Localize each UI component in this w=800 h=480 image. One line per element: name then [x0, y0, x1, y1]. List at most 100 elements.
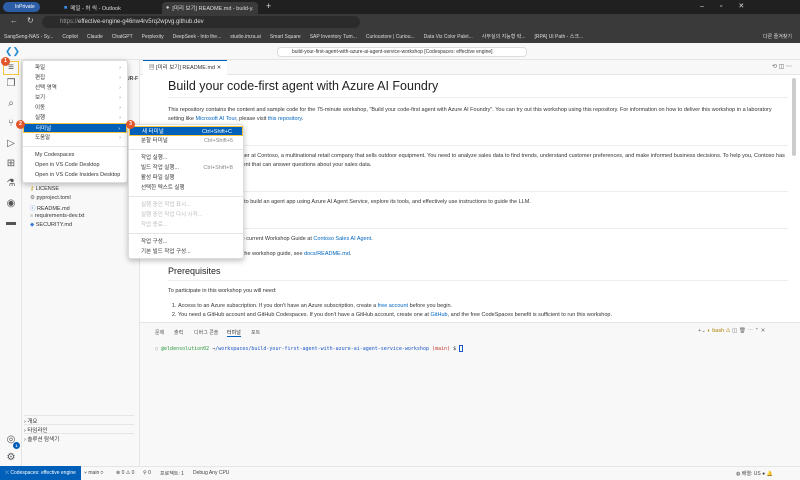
markdown-icon: ◆	[30, 222, 35, 228]
bookmark[interactable]: Smart Square	[270, 34, 301, 40]
tab-terminal[interactable]: 터미널	[227, 329, 241, 337]
branch-status[interactable]: ⑂ main ⟳	[84, 470, 104, 476]
menu-item-new-terminal[interactable]: 새 터미널 Ctrl+Shift+C	[129, 126, 243, 136]
bookmark[interactable]: [RPA] UI Path - 스크...	[535, 33, 584, 40]
file-item[interactable]: ⚷ LICENSE	[30, 186, 59, 192]
settings-gear-icon[interactable]: ⚙	[5, 452, 17, 464]
command-center[interactable]: build-your-first-agent-with-azure-ai-age…	[277, 47, 527, 57]
text-file-icon: ≡	[30, 213, 34, 219]
bookmark[interactable]: SangSeng-NAS - Sy...	[4, 34, 53, 40]
menu-item-file[interactable]: 파일 ›	[23, 63, 127, 73]
file-item[interactable]: ⚙ pyproject.toml	[30, 195, 71, 201]
menu-label: 도움말	[35, 135, 51, 141]
chevron-right-icon: ›	[119, 85, 121, 91]
menu-item-my-codespaces[interactable]: My Codespaces	[23, 150, 127, 160]
trash-icon[interactable]: 🗑	[739, 328, 746, 334]
repo-link[interactable]: this repository	[268, 116, 302, 122]
bookmark[interactable]: Curioustore | Curiou...	[366, 34, 415, 40]
markdown-preview: Build your code-first agent with Azure A…	[168, 78, 788, 320]
menu-item-help[interactable]: 도움말 ›	[23, 133, 127, 143]
menu-item-run-task[interactable]: 작업 실행...	[129, 153, 243, 163]
settings-sync-icon[interactable]: ●	[762, 471, 765, 477]
guide-link[interactable]: Contoso Sales AI Agent	[313, 236, 371, 242]
more-icon[interactable]: ⋯	[747, 328, 753, 334]
file-item[interactable]: ≡ requirements-dev.txt	[30, 213, 84, 219]
menu-item-configure-default-build-task[interactable]: 기본 빌드 작업 구성...	[129, 247, 243, 257]
intro-paragraph: This repository contains the content and…	[168, 106, 788, 124]
ports-status[interactable]: ⚲ 0	[143, 470, 151, 476]
search-icon[interactable]: ⌕	[5, 98, 17, 110]
remote-indicator[interactable]: ⤫ Codespaces: effective engine	[0, 466, 81, 480]
menu-item-view[interactable]: 보기 ›	[23, 93, 127, 103]
ai-tour-link[interactable]: Microsoft AI Tour	[196, 116, 237, 122]
editor-scrollbar[interactable]	[792, 78, 796, 156]
problems-status[interactable]: ⊗ 0 ⚠ 0	[116, 470, 134, 476]
split-terminal-icon[interactable]: ◫	[732, 328, 737, 334]
section-solution-explorer[interactable]: › 솔루션 탐색기	[24, 433, 134, 443]
copilot-icon[interactable]: ◍	[736, 471, 740, 477]
menu-item-run-active-file[interactable]: 활성 파일 실행	[129, 173, 243, 183]
menu-item-open-insiders[interactable]: Open in VS Code Insiders Desktop	[23, 170, 127, 180]
menu-item-run-selected-text[interactable]: 선택한 텍스트 실행	[129, 183, 243, 193]
port-count: 0	[148, 470, 151, 476]
tab-ports[interactable]: 포트	[251, 329, 260, 336]
close-icon[interactable]: ✕	[217, 65, 222, 71]
keyboard-layout-status[interactable]: ◍ 배열: US ● 🔔	[736, 470, 773, 477]
bookmark[interactable]: 사무실의 지능형 락...	[482, 33, 526, 40]
menu-item-configure-tasks[interactable]: 작업 구성...	[129, 237, 243, 247]
terminal-prompt[interactable]: ○ @eldensolution02 →/workspaces/build-yo…	[155, 345, 464, 352]
bookmark[interactable]: ChatGPT	[112, 34, 133, 40]
explorer-icon[interactable]: ❐	[5, 78, 17, 90]
editor-actions[interactable]: ⟲ ◫ ⋯	[772, 63, 792, 70]
menu-item-restart-running-task: 실행 중인 작업 다시 시작...	[141, 212, 203, 218]
window-controls[interactable]: –▫✕	[700, 2, 760, 10]
refresh-icon[interactable]: ↻	[27, 16, 34, 25]
back-icon[interactable]: ←	[10, 16, 18, 25]
maximize-panel-icon[interactable]: ⌃	[754, 328, 759, 334]
bookmark[interactable]: Perplexity	[142, 34, 164, 40]
bookmark[interactable]: studio.imza.ai	[230, 34, 261, 40]
editor-tab-readme-preview[interactable]: ▤ [미리 보기] README.md ✕	[143, 60, 228, 75]
github-link[interactable]: GitHub	[430, 312, 447, 318]
menu-item-run-build-task[interactable]: 빌드 작업 실행... Ctrl+Shift+B	[129, 163, 243, 173]
other-favorites[interactable]: 다른 즐겨찾기	[763, 33, 792, 40]
menu-item-run[interactable]: 실행 ›	[23, 113, 127, 123]
new-terminal-icon[interactable]: +⌄	[698, 328, 706, 334]
bookmark[interactable]: Data Viz Color Palet...	[424, 34, 473, 40]
info-icon: ⓘ	[30, 206, 36, 212]
browser-tab-outlook[interactable]: ■ 메일 - 허 씩 - Outlook	[60, 2, 160, 14]
tab-debug-console[interactable]: 디버그 콘솔	[194, 329, 218, 336]
bookmark[interactable]: Copilot	[62, 34, 78, 40]
bookmark[interactable]: DeepSeek - Into the...	[173, 34, 222, 40]
menu-item-split-terminal[interactable]: 분할 터미널 Ctrl+Shift+5	[129, 136, 243, 146]
browser-tab-readme[interactable]: ● [미리 보기] README.md - build-y...	[162, 2, 258, 14]
tab-problems[interactable]: 문제	[155, 329, 164, 336]
bookmark[interactable]: SAP Inventory Tum...	[310, 34, 357, 40]
github-icon[interactable]: ◉	[5, 198, 17, 210]
bookmark[interactable]: Claude	[87, 34, 103, 40]
build-config-status[interactable]: Debug Any CPU	[193, 470, 229, 476]
menu-item-go[interactable]: 이동 ›	[23, 103, 127, 113]
docker-icon[interactable]: ▬	[5, 217, 17, 229]
docs-link[interactable]: docs/README.md	[304, 251, 350, 257]
menu-item-edit[interactable]: 편집 ›	[23, 73, 127, 83]
new-tab-button[interactable]: +	[266, 1, 271, 11]
url-input[interactable]: https://effective-engine-g46nw4rv5rq2wpv…	[42, 16, 360, 28]
prompt-user: @eldensolution02	[161, 346, 210, 352]
tab-output[interactable]: 출력	[174, 329, 183, 336]
menu-item-open-desktop[interactable]: Open in VS Code Desktop	[23, 160, 127, 170]
close-panel-icon[interactable]: ✕	[761, 328, 766, 334]
extensions-icon[interactable]: ⊞	[5, 158, 17, 170]
testing-icon[interactable]: ⚗	[5, 178, 17, 190]
inprivate-badge[interactable]: InPrivate	[3, 2, 40, 12]
run-debug-icon[interactable]: ▷	[5, 138, 17, 150]
menu-item-terminal[interactable]: 터미널 ›	[23, 123, 127, 133]
menu-separator	[129, 196, 243, 197]
free-account-link[interactable]: free account	[378, 303, 408, 309]
notifications-bell-icon[interactable]: 🔔	[767, 471, 773, 477]
menu-item-selection[interactable]: 선택 영역 ›	[23, 83, 127, 93]
projects-status[interactable]: 프로젝트: 1	[160, 470, 184, 477]
bash-shell-label[interactable]: ◐ bash ⚠	[707, 328, 730, 334]
file-item[interactable]: ⓘ README.md	[30, 204, 70, 212]
file-item[interactable]: ◆ SECURITY.md	[30, 222, 72, 228]
